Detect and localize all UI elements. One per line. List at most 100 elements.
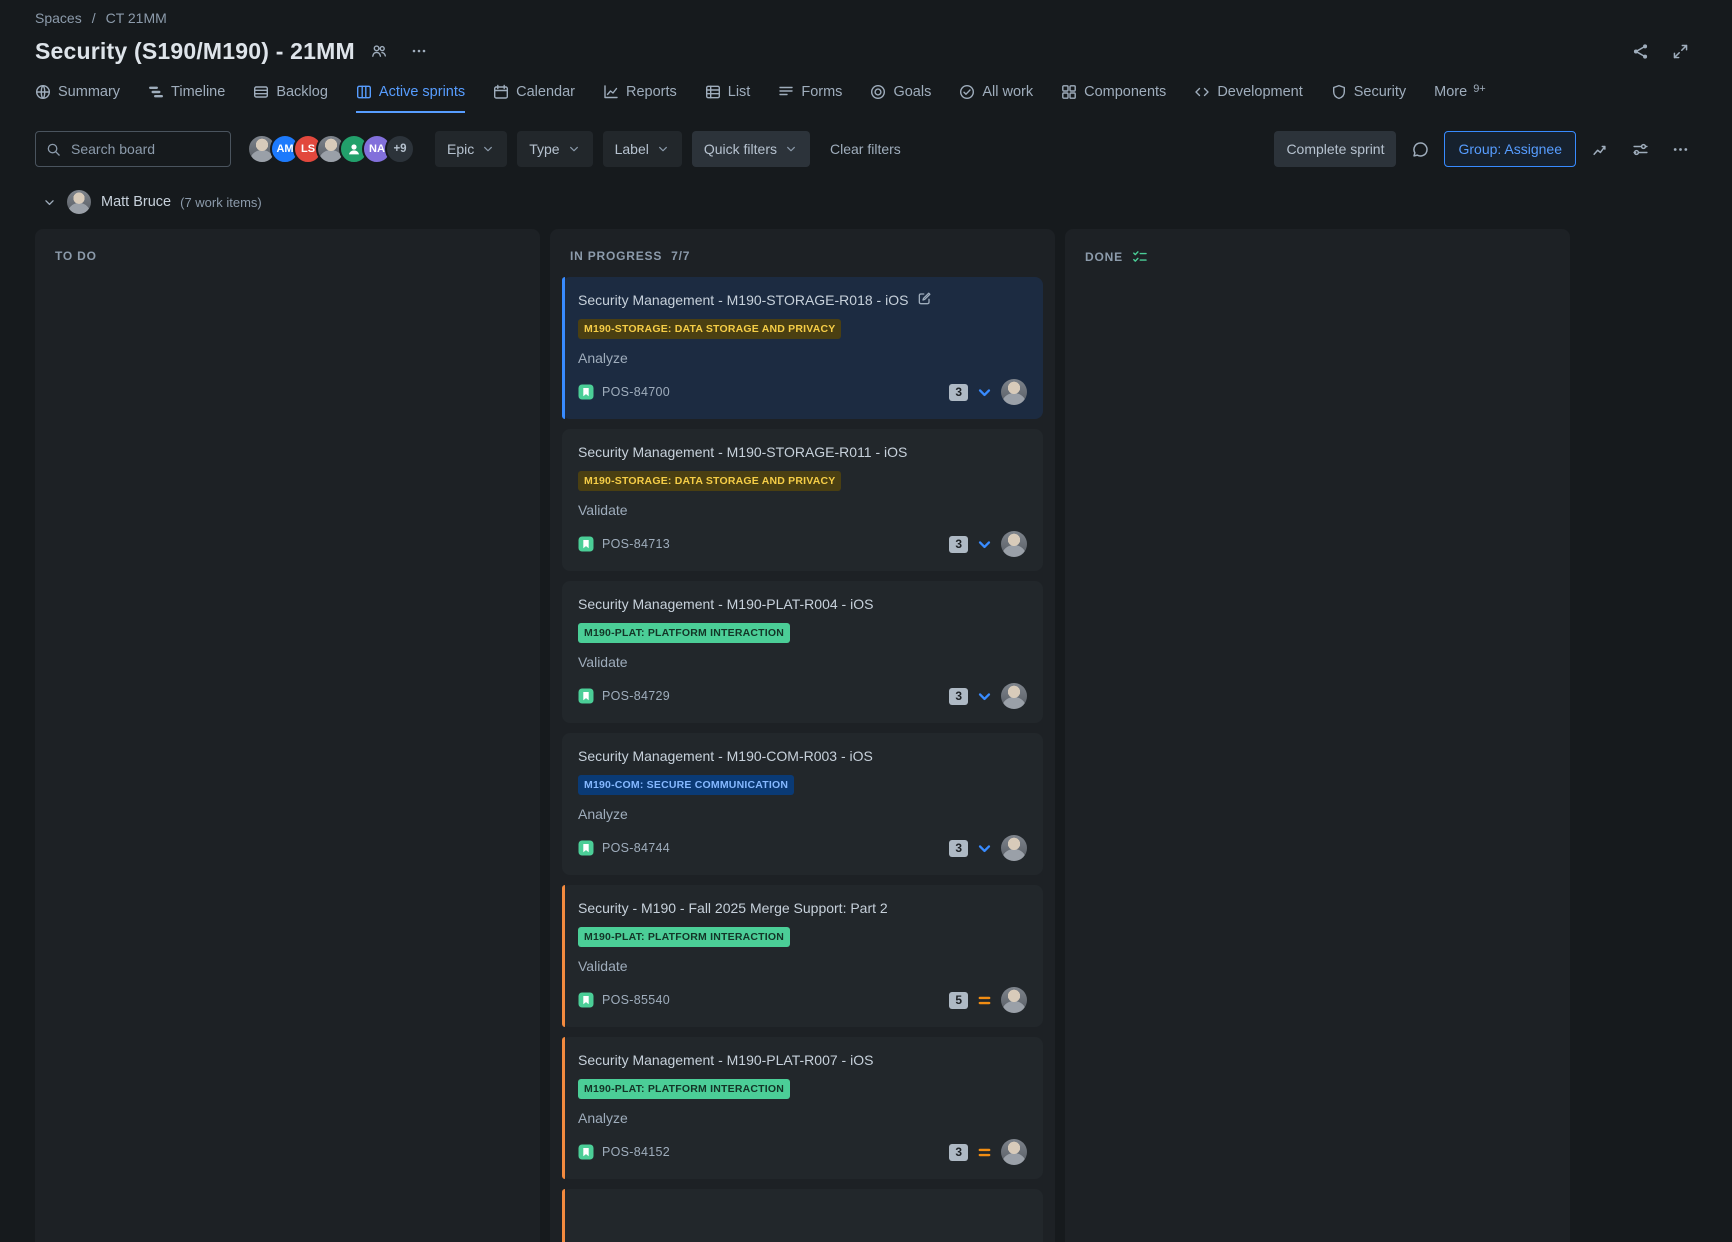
- filter-label: Label: [615, 141, 649, 157]
- card-title: Security Management - M190-STORAGE-R011 …: [578, 442, 907, 462]
- tab-label: List: [728, 84, 751, 100]
- card-title: Security - M190 - Fall 2025 Merge Suppor…: [578, 898, 888, 918]
- filter-label[interactable]: Label: [603, 131, 682, 167]
- all-work-icon: [959, 84, 975, 100]
- timeline-icon: [148, 84, 164, 100]
- card-title: Security Management - M190-COM-R003 - iO…: [578, 746, 873, 766]
- card-title: Security Management - M190-PLAT-R007 - i…: [578, 1050, 873, 1070]
- tab-active-sprints[interactable]: Active sprints: [356, 84, 465, 113]
- column-header: TO DO: [35, 229, 540, 273]
- tab-goals[interactable]: Goals: [870, 84, 931, 113]
- card-labels: M190-STORAGE: DATA STORAGE AND PRIVACY: [578, 471, 1027, 491]
- tab-all-work[interactable]: All work: [959, 84, 1033, 113]
- search-board[interactable]: [35, 131, 231, 167]
- tab-more[interactable]: More9+: [1434, 84, 1486, 113]
- feedback-icon[interactable]: [1404, 133, 1436, 165]
- card-label-chip[interactable]: M190-PLAT: PLATFORM INTERACTION: [578, 1079, 790, 1099]
- breadcrumb-project[interactable]: CT 21MM: [106, 10, 167, 26]
- clear-filters-button[interactable]: Clear filters: [830, 141, 901, 157]
- tab-label: Backlog: [276, 84, 328, 100]
- tab-timeline[interactable]: Timeline: [148, 84, 225, 113]
- priority-medium-icon: [976, 1144, 993, 1161]
- breadcrumb-spaces[interactable]: Spaces: [35, 10, 82, 26]
- tab-security[interactable]: Security: [1331, 84, 1406, 113]
- priority-low-icon: [976, 688, 993, 705]
- card-labels: M190-COM: SECURE COMMUNICATION: [578, 775, 1027, 795]
- filter-label: Quick filters: [704, 141, 777, 157]
- card-key: POS-84700: [602, 385, 670, 399]
- assignee-avatar[interactable]: [1001, 683, 1027, 709]
- card-label-chip[interactable]: M190-PLAT: PLATFORM INTERACTION: [578, 927, 790, 947]
- expand-icon[interactable]: [1664, 35, 1696, 67]
- assignee-avatar[interactable]: [1001, 835, 1027, 861]
- avatar-overflow[interactable]: +9: [385, 134, 415, 164]
- filter-type[interactable]: Type: [517, 131, 592, 167]
- priority-low-icon: [976, 840, 993, 857]
- insights-icon[interactable]: [1584, 133, 1616, 165]
- calendar-icon: [493, 84, 509, 100]
- edit-icon[interactable]: [917, 291, 932, 306]
- breadcrumb-separator: /: [92, 10, 96, 26]
- tab-label: Summary: [58, 84, 120, 100]
- priority-low-icon: [976, 536, 993, 553]
- card-pos-84713[interactable]: Security Management - M190-STORAGE-R011 …: [562, 429, 1043, 571]
- card-title-row: Security Management - M190-STORAGE-R018 …: [578, 290, 1027, 310]
- group-header[interactable]: Matt Bruce (7 work items): [0, 167, 1732, 215]
- filter-epic[interactable]: Epic: [435, 131, 507, 167]
- security-icon: [1331, 84, 1347, 100]
- estimate-badge: 3: [949, 1144, 968, 1161]
- card-label-chip[interactable]: M190-PLAT: PLATFORM INTERACTION: [578, 623, 790, 643]
- card-labels: M190-PLAT: PLATFORM INTERACTION: [578, 1079, 1027, 1099]
- card-footer: POS-847133: [578, 531, 1027, 557]
- group-by-button[interactable]: Group: Assignee: [1444, 131, 1576, 167]
- card-title: Security Management - M190-STORAGE-R018 …: [578, 290, 908, 310]
- card-footer: POS-841523: [578, 1139, 1027, 1165]
- card-pos-85540[interactable]: Security - M190 - Fall 2025 Merge Suppor…: [562, 885, 1043, 1027]
- complete-sprint-button[interactable]: Complete sprint: [1274, 131, 1396, 167]
- tab-calendar[interactable]: Calendar: [493, 84, 575, 113]
- board-more-icon[interactable]: [1664, 133, 1696, 165]
- card-pos-84152[interactable]: Security Management - M190-PLAT-R007 - i…: [562, 1037, 1043, 1179]
- filter-quick-filters[interactable]: Quick filters: [692, 131, 810, 167]
- card-footer-right: 3: [949, 379, 1027, 405]
- tab-development[interactable]: Development: [1194, 84, 1302, 113]
- assignee-avatar[interactable]: [1001, 379, 1027, 405]
- collapse-chevron-icon[interactable]: [42, 195, 57, 210]
- forms-icon: [778, 84, 794, 100]
- group-avatar: [66, 189, 92, 215]
- tab-reports[interactable]: Reports: [603, 84, 677, 113]
- assignee-avatar[interactable]: [1001, 1139, 1027, 1165]
- card-footer-right: 3: [949, 835, 1027, 861]
- column-title: IN PROGRESS: [570, 249, 662, 263]
- card-title-row: Security Management - M190-COM-R003 - iO…: [578, 746, 1027, 766]
- card-label-chip[interactable]: M190-STORAGE: DATA STORAGE AND PRIVACY: [578, 471, 841, 491]
- priority-low-icon: [976, 384, 993, 401]
- tab-list[interactable]: List: [705, 84, 751, 113]
- title-more-icon[interactable]: [403, 35, 435, 67]
- search-input[interactable]: [69, 140, 220, 158]
- estimate-badge: 3: [949, 536, 968, 553]
- tab-label: Development: [1217, 84, 1302, 100]
- card-pos-84744[interactable]: Security Management - M190-COM-R003 - iO…: [562, 733, 1043, 875]
- tab-backlog[interactable]: Backlog: [253, 84, 328, 113]
- card-pos-84700[interactable]: Security Management - M190-STORAGE-R018 …: [562, 277, 1043, 419]
- members-icon[interactable]: [363, 35, 395, 67]
- card-title-row: Security - M190 - Fall 2025 Merge Suppor…: [578, 898, 1027, 918]
- share-icon[interactable]: [1624, 35, 1656, 67]
- tab-summary[interactable]: Summary: [35, 84, 120, 113]
- reports-icon: [603, 84, 619, 100]
- card-partial[interactable]: [562, 1189, 1043, 1242]
- assignee-avatar[interactable]: [1001, 987, 1027, 1013]
- assignee-avatar[interactable]: [1001, 531, 1027, 557]
- checklist-icon: [1132, 249, 1148, 265]
- board-settings-icon[interactable]: [1624, 133, 1656, 165]
- column-header: DONE: [1065, 229, 1570, 275]
- tab-components[interactable]: Components: [1061, 84, 1166, 113]
- tab-forms[interactable]: Forms: [778, 84, 842, 113]
- avatar-stack: AMLSNA+9: [247, 134, 415, 164]
- card-label-chip[interactable]: M190-STORAGE: DATA STORAGE AND PRIVACY: [578, 319, 841, 339]
- card-status: Analyze: [578, 350, 1027, 366]
- card-footer: POS-855405: [578, 987, 1027, 1013]
- card-pos-84729[interactable]: Security Management - M190-PLAT-R004 - i…: [562, 581, 1043, 723]
- card-label-chip[interactable]: M190-COM: SECURE COMMUNICATION: [578, 775, 794, 795]
